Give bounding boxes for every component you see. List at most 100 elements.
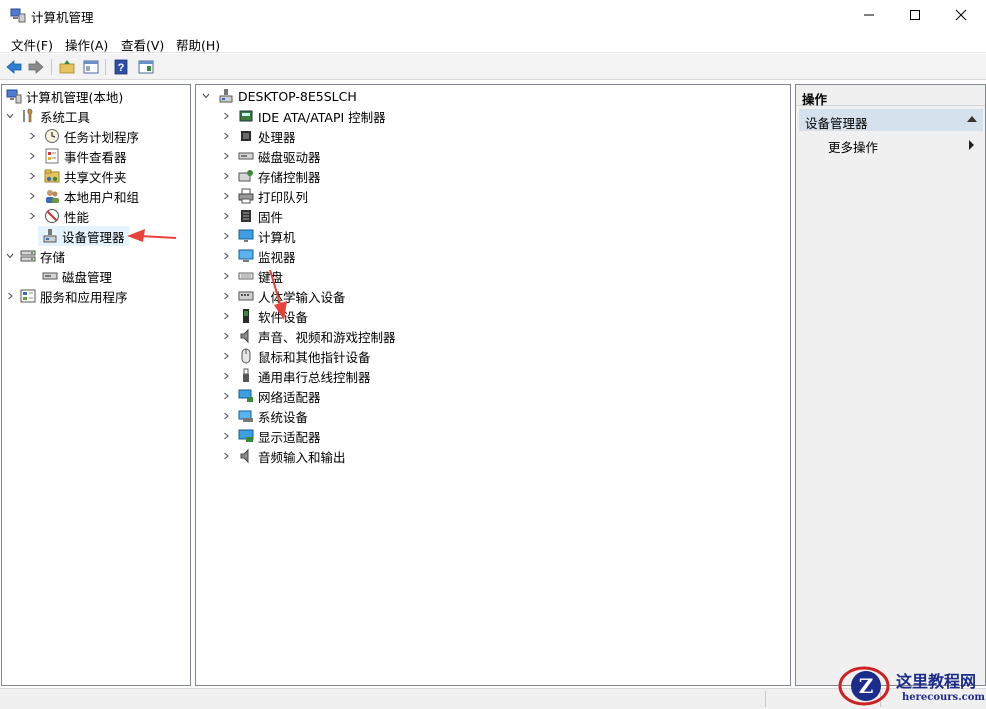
- chevron-right-icon[interactable]: [220, 370, 232, 382]
- chevron-right-icon[interactable]: [220, 230, 232, 242]
- chevron-right-icon[interactable]: [220, 350, 232, 362]
- chevron-down-icon[interactable]: [200, 90, 212, 102]
- chevron-right-icon[interactable]: [220, 130, 232, 142]
- tree-disk-management[interactable]: 磁盘管理: [38, 266, 112, 286]
- tree-storage[interactable]: 存储: [4, 246, 65, 266]
- chevron-right-icon[interactable]: [220, 290, 232, 302]
- chevron-right-icon[interactable]: [26, 190, 38, 202]
- tree-local-users[interactable]: 本地用户和组: [26, 186, 139, 206]
- chevron-right-icon[interactable]: [26, 150, 38, 162]
- chevron-right-icon[interactable]: [220, 170, 232, 182]
- back-button[interactable]: [5, 58, 23, 76]
- watermark-url: herecours.com: [902, 692, 986, 703]
- chevron-right-icon[interactable]: [220, 330, 232, 342]
- device-category-row[interactable]: 键盘: [220, 266, 283, 286]
- processor-icon: [238, 128, 254, 144]
- minimize-button[interactable]: [846, 0, 892, 30]
- tree-root[interactable]: 计算机管理(本地): [4, 86, 123, 106]
- device-category-row[interactable]: 磁盘驱动器: [220, 146, 321, 166]
- toolbar: ?: [0, 54, 986, 80]
- computer-management-icon: [6, 88, 22, 104]
- menu-help[interactable]: 帮助(H): [176, 35, 220, 54]
- device-manager-icon: [42, 228, 58, 244]
- close-button[interactable]: [938, 0, 984, 30]
- device-category-label: IDE ATA/ATAPI 控制器: [258, 109, 386, 125]
- audio-io-icon: [238, 448, 254, 464]
- device-category-row[interactable]: 声音、视频和游戏控制器: [220, 326, 396, 346]
- maximize-button[interactable]: [892, 0, 938, 30]
- menu-file[interactable]: 文件(F): [11, 35, 53, 54]
- device-category-label: 打印队列: [258, 189, 309, 205]
- menu-action[interactable]: 操作(A): [65, 35, 108, 54]
- tree-services-apps[interactable]: 服务和应用程序: [4, 286, 128, 306]
- device-root[interactable]: DESKTOP-8E5SLCH: [200, 86, 357, 106]
- tree-shared-folders[interactable]: 共享文件夹: [26, 166, 127, 186]
- show-action-pane-icon: [138, 60, 154, 74]
- device-category-row[interactable]: 固件: [220, 206, 283, 226]
- device-category-row[interactable]: 音频输入和输出: [220, 446, 346, 466]
- disk-drive-icon: [238, 148, 254, 164]
- svg-text:?: ?: [118, 62, 125, 74]
- device-category-row[interactable]: 鼠标和其他指针设备: [220, 346, 371, 366]
- chevron-right-icon[interactable]: [220, 110, 232, 122]
- firmware-icon: [238, 208, 254, 224]
- menu-view[interactable]: 查看(V): [121, 35, 164, 54]
- chevron-down-icon[interactable]: [4, 250, 16, 262]
- help-button[interactable]: ?: [112, 58, 130, 76]
- tree-device-manager[interactable]: 设备管理器: [38, 226, 129, 246]
- storage-icon: [20, 248, 36, 264]
- minimize-icon: [864, 14, 874, 16]
- chevron-right-icon[interactable]: [220, 430, 232, 442]
- collapse-icon[interactable]: [967, 116, 977, 122]
- device-category-row[interactable]: 存储控制器: [220, 166, 321, 186]
- chevron-right-icon[interactable]: [4, 290, 16, 302]
- device-tree-pane[interactable]: DESKTOP-8E5SLCH IDE ATA/ATAPI 控制器 处理器 磁盘驱动…: [195, 84, 791, 686]
- up-level-button[interactable]: [58, 58, 76, 76]
- chevron-right-icon[interactable]: [26, 130, 38, 142]
- device-category-row[interactable]: 计算机: [220, 226, 296, 246]
- chevron-right-icon[interactable]: [220, 250, 232, 262]
- chevron-down-icon[interactable]: [4, 110, 16, 122]
- chevron-right-icon[interactable]: [220, 150, 232, 162]
- device-category-row[interactable]: 网络适配器: [220, 386, 321, 406]
- device-category-row[interactable]: 软件设备: [220, 306, 308, 326]
- help-icon: ?: [114, 59, 128, 75]
- device-category-row[interactable]: 通用串行总线控制器: [220, 366, 371, 386]
- clock-icon: [44, 128, 60, 144]
- more-actions-item[interactable]: 更多操作: [828, 137, 878, 156]
- device-category-row[interactable]: 处理器: [220, 126, 296, 146]
- tree-performance[interactable]: 性能: [26, 206, 89, 226]
- chevron-right-icon[interactable]: [220, 450, 232, 462]
- actions-section-device-manager[interactable]: 设备管理器: [799, 109, 983, 131]
- device-category-row[interactable]: 人体学输入设备: [220, 286, 346, 306]
- device-category-row[interactable]: 系统设备: [220, 406, 308, 426]
- chevron-right-icon[interactable]: [220, 410, 232, 422]
- tree-event-viewer[interactable]: 事件查看器: [26, 146, 127, 166]
- chevron-right-icon[interactable]: [26, 170, 38, 182]
- show-action-pane-button[interactable]: [137, 58, 155, 76]
- chevron-right-icon[interactable]: [220, 310, 232, 322]
- forward-button[interactable]: [27, 58, 45, 76]
- users-icon: [44, 188, 60, 204]
- show-hide-tree-button[interactable]: [82, 58, 100, 76]
- device-category-row[interactable]: 打印队列: [220, 186, 308, 206]
- device-category-row[interactable]: IDE ATA/ATAPI 控制器: [220, 106, 386, 126]
- tree-task-scheduler[interactable]: 任务计划程序: [26, 126, 139, 146]
- watermark-text: 这里教程网: [896, 672, 977, 691]
- chevron-right-icon[interactable]: [220, 270, 232, 282]
- chevron-right-icon[interactable]: [220, 390, 232, 402]
- device-category-row[interactable]: 监视器: [220, 246, 296, 266]
- chevron-right-icon[interactable]: [220, 210, 232, 222]
- tree-system-tools[interactable]: 系统工具: [4, 106, 90, 126]
- performance-icon: [44, 208, 60, 224]
- sound-icon: [238, 328, 254, 344]
- maximize-icon: [910, 10, 920, 20]
- console-tree-pane[interactable]: 计算机管理(本地) 系统工具 任务计划程序 事件查看器 共享文件夹 本地用户和组…: [1, 84, 191, 686]
- chevron-right-icon[interactable]: [220, 190, 232, 202]
- usb-icon: [238, 368, 254, 384]
- actions-title: 操作: [796, 85, 985, 107]
- chevron-right-icon[interactable]: [26, 210, 38, 222]
- submenu-arrow-icon: [969, 140, 974, 150]
- device-category-row[interactable]: 显示适配器: [220, 426, 321, 446]
- storage-controller-icon: [238, 168, 254, 184]
